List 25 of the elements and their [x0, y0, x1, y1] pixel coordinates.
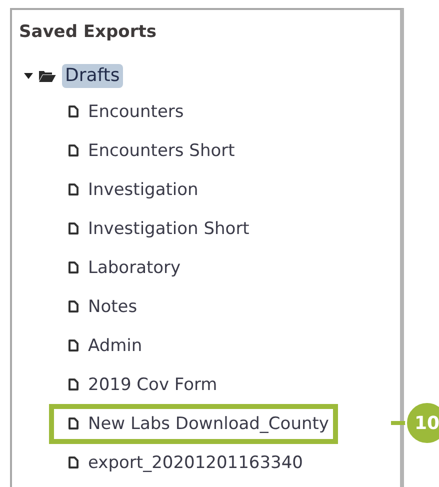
tree-item[interactable]: Encounters Short	[68, 130, 235, 170]
tree-item[interactable]: Investigation	[68, 170, 198, 210]
folder-icon	[39, 70, 56, 82]
document-icon	[68, 144, 79, 157]
document-icon	[68, 222, 79, 235]
document-icon	[68, 417, 79, 430]
tree-item[interactable]: Notes	[68, 286, 138, 326]
document-icon	[68, 378, 79, 391]
tree-item[interactable]: export_20201201163340	[68, 442, 303, 482]
tree-item[interactable]: Encounters	[68, 92, 184, 132]
document-icon	[68, 300, 79, 313]
tree-item[interactable]: Drafts	[62, 64, 123, 88]
document-icon	[68, 105, 79, 118]
panel-title: Saved Exports	[19, 21, 158, 44]
document-icon	[68, 183, 79, 196]
document-icon	[68, 339, 79, 352]
tree-item[interactable]: 2019 Cov Form	[68, 364, 218, 404]
callout-badge: 10	[405, 401, 439, 445]
tree-item[interactable]: Admin	[68, 326, 142, 366]
highlighted-tree-item[interactable]: New Labs Download_County	[49, 404, 338, 444]
caret-icon[interactable]	[24, 73, 33, 79]
document-icon	[68, 261, 79, 274]
tree-item[interactable]: Laboratory	[68, 248, 181, 288]
document-icon	[68, 456, 79, 469]
tree-item[interactable]: Investigation Short	[68, 208, 250, 248]
